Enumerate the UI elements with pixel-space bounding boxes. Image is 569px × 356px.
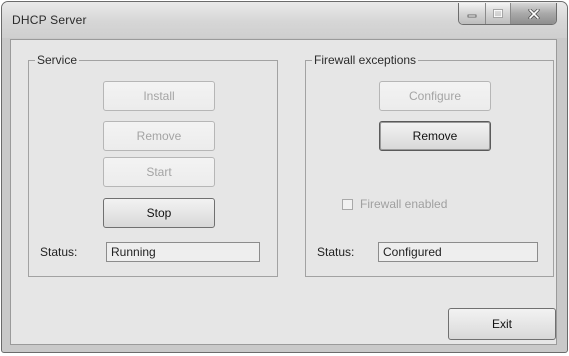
service-group-label: Service [35,53,80,67]
firewall-status-field: Configured [378,242,538,262]
close-button[interactable] [510,3,556,24]
firewall-group: Firewall exceptions Configure Remove Fir… [305,53,554,277]
caption-buttons [458,3,557,25]
service-group: Service Install Remove Start Stop Status… [28,53,278,277]
stop-button[interactable]: Stop [103,198,215,228]
install-button[interactable]: Install [103,81,215,111]
firewall-status-label: Status: [317,245,355,259]
close-icon [527,8,540,19]
maximize-icon [493,9,503,18]
minimize-button[interactable] [459,3,485,24]
exit-button[interactable]: Exit [448,308,556,340]
minimize-icon [467,14,477,17]
maximize-button[interactable] [485,3,510,24]
remove-firewall-button[interactable]: Remove [379,121,491,151]
firewall-enabled-label: Firewall enabled [360,197,448,211]
service-status-label: Status: [40,245,78,259]
firewall-group-label: Firewall exceptions [312,53,419,67]
title-bar[interactable]: DHCP Server [2,2,567,38]
configure-button[interactable]: Configure [379,81,491,111]
window-title: DHCP Server [12,13,87,27]
service-status-field: Running [106,242,260,262]
dialog-client-area: Service Install Remove Start Stop Status… [10,39,557,345]
firewall-enabled-checkbox[interactable] [342,198,353,210]
start-button[interactable]: Start [103,157,215,187]
dhcp-server-window: DHCP Server Service Install Remove Start… [1,1,568,353]
remove-service-button[interactable]: Remove [103,121,215,151]
firewall-enabled-row[interactable]: Firewall enabled [342,197,447,211]
